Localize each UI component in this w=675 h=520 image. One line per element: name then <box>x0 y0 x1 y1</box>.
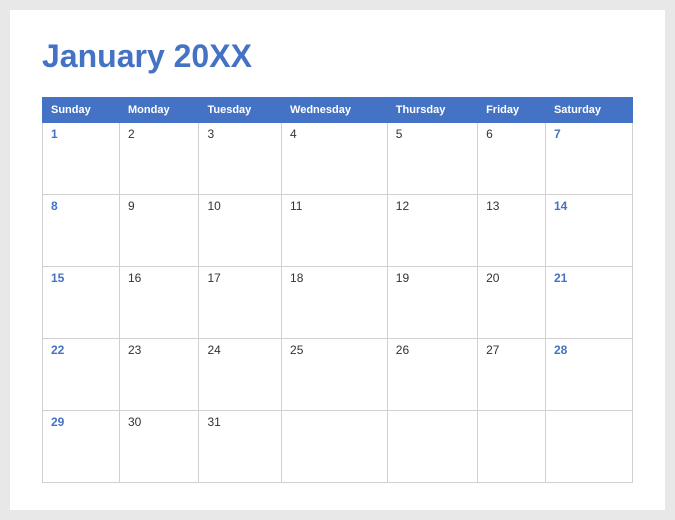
calendar-cell-empty[interactable] <box>545 411 632 483</box>
calendar-week-5: 29 30 31 <box>43 411 633 483</box>
calendar-week-4: 22 23 24 25 26 27 28 <box>43 339 633 411</box>
day-header-thursday: Thursday <box>387 98 477 123</box>
calendar-week-2: 8 9 10 11 12 13 14 <box>43 195 633 267</box>
day-header-saturday: Saturday <box>545 98 632 123</box>
calendar-cell[interactable]: 24 <box>199 339 282 411</box>
day-header-friday: Friday <box>478 98 546 123</box>
calendar-cell[interactable]: 31 <box>199 411 282 483</box>
day-header-tuesday: Tuesday <box>199 98 282 123</box>
day-header-monday: Monday <box>120 98 199 123</box>
calendar-cell[interactable]: 5 <box>387 123 477 195</box>
calendar-cell-empty[interactable] <box>387 411 477 483</box>
calendar-cell[interactable]: 17 <box>199 267 282 339</box>
calendar-cell[interactable]: 8 <box>43 195 120 267</box>
day-header-wednesday: Wednesday <box>282 98 388 123</box>
calendar-cell-empty[interactable] <box>478 411 546 483</box>
calendar-page: January 20XX Sunday Monday Tuesday Wedne… <box>10 10 665 510</box>
calendar-cell[interactable]: 7 <box>545 123 632 195</box>
calendar-cell[interactable]: 21 <box>545 267 632 339</box>
calendar-cell[interactable]: 27 <box>478 339 546 411</box>
calendar-cell[interactable]: 4 <box>282 123 388 195</box>
calendar-body: 1 2 3 4 5 6 7 8 9 10 11 12 13 14 15 16 1… <box>43 123 633 483</box>
calendar-cell[interactable]: 11 <box>282 195 388 267</box>
day-header-sunday: Sunday <box>43 98 120 123</box>
calendar-cell[interactable]: 19 <box>387 267 477 339</box>
calendar-cell[interactable]: 20 <box>478 267 546 339</box>
calendar-cell[interactable]: 18 <box>282 267 388 339</box>
calendar-cell[interactable]: 12 <box>387 195 477 267</box>
calendar-cell[interactable]: 3 <box>199 123 282 195</box>
calendar-cell[interactable]: 23 <box>120 339 199 411</box>
calendar-week-3: 15 16 17 18 19 20 21 <box>43 267 633 339</box>
day-header-row: Sunday Monday Tuesday Wednesday Thursday… <box>43 98 633 123</box>
calendar-cell[interactable]: 6 <box>478 123 546 195</box>
calendar-cell[interactable]: 29 <box>43 411 120 483</box>
calendar-cell[interactable]: 2 <box>120 123 199 195</box>
calendar-cell[interactable]: 22 <box>43 339 120 411</box>
calendar-cell[interactable]: 14 <box>545 195 632 267</box>
calendar-cell[interactable]: 16 <box>120 267 199 339</box>
calendar-cell[interactable]: 15 <box>43 267 120 339</box>
calendar-cell[interactable]: 30 <box>120 411 199 483</box>
page-title: January 20XX <box>42 38 633 75</box>
calendar-cell[interactable]: 28 <box>545 339 632 411</box>
calendar-cell[interactable]: 10 <box>199 195 282 267</box>
calendar-cell-empty[interactable] <box>282 411 388 483</box>
calendar-week-1: 1 2 3 4 5 6 7 <box>43 123 633 195</box>
calendar-cell[interactable]: 13 <box>478 195 546 267</box>
calendar-table: Sunday Monday Tuesday Wednesday Thursday… <box>42 97 633 483</box>
calendar-cell[interactable]: 26 <box>387 339 477 411</box>
calendar-cell[interactable]: 9 <box>120 195 199 267</box>
calendar-cell[interactable]: 25 <box>282 339 388 411</box>
calendar-cell[interactable]: 1 <box>43 123 120 195</box>
